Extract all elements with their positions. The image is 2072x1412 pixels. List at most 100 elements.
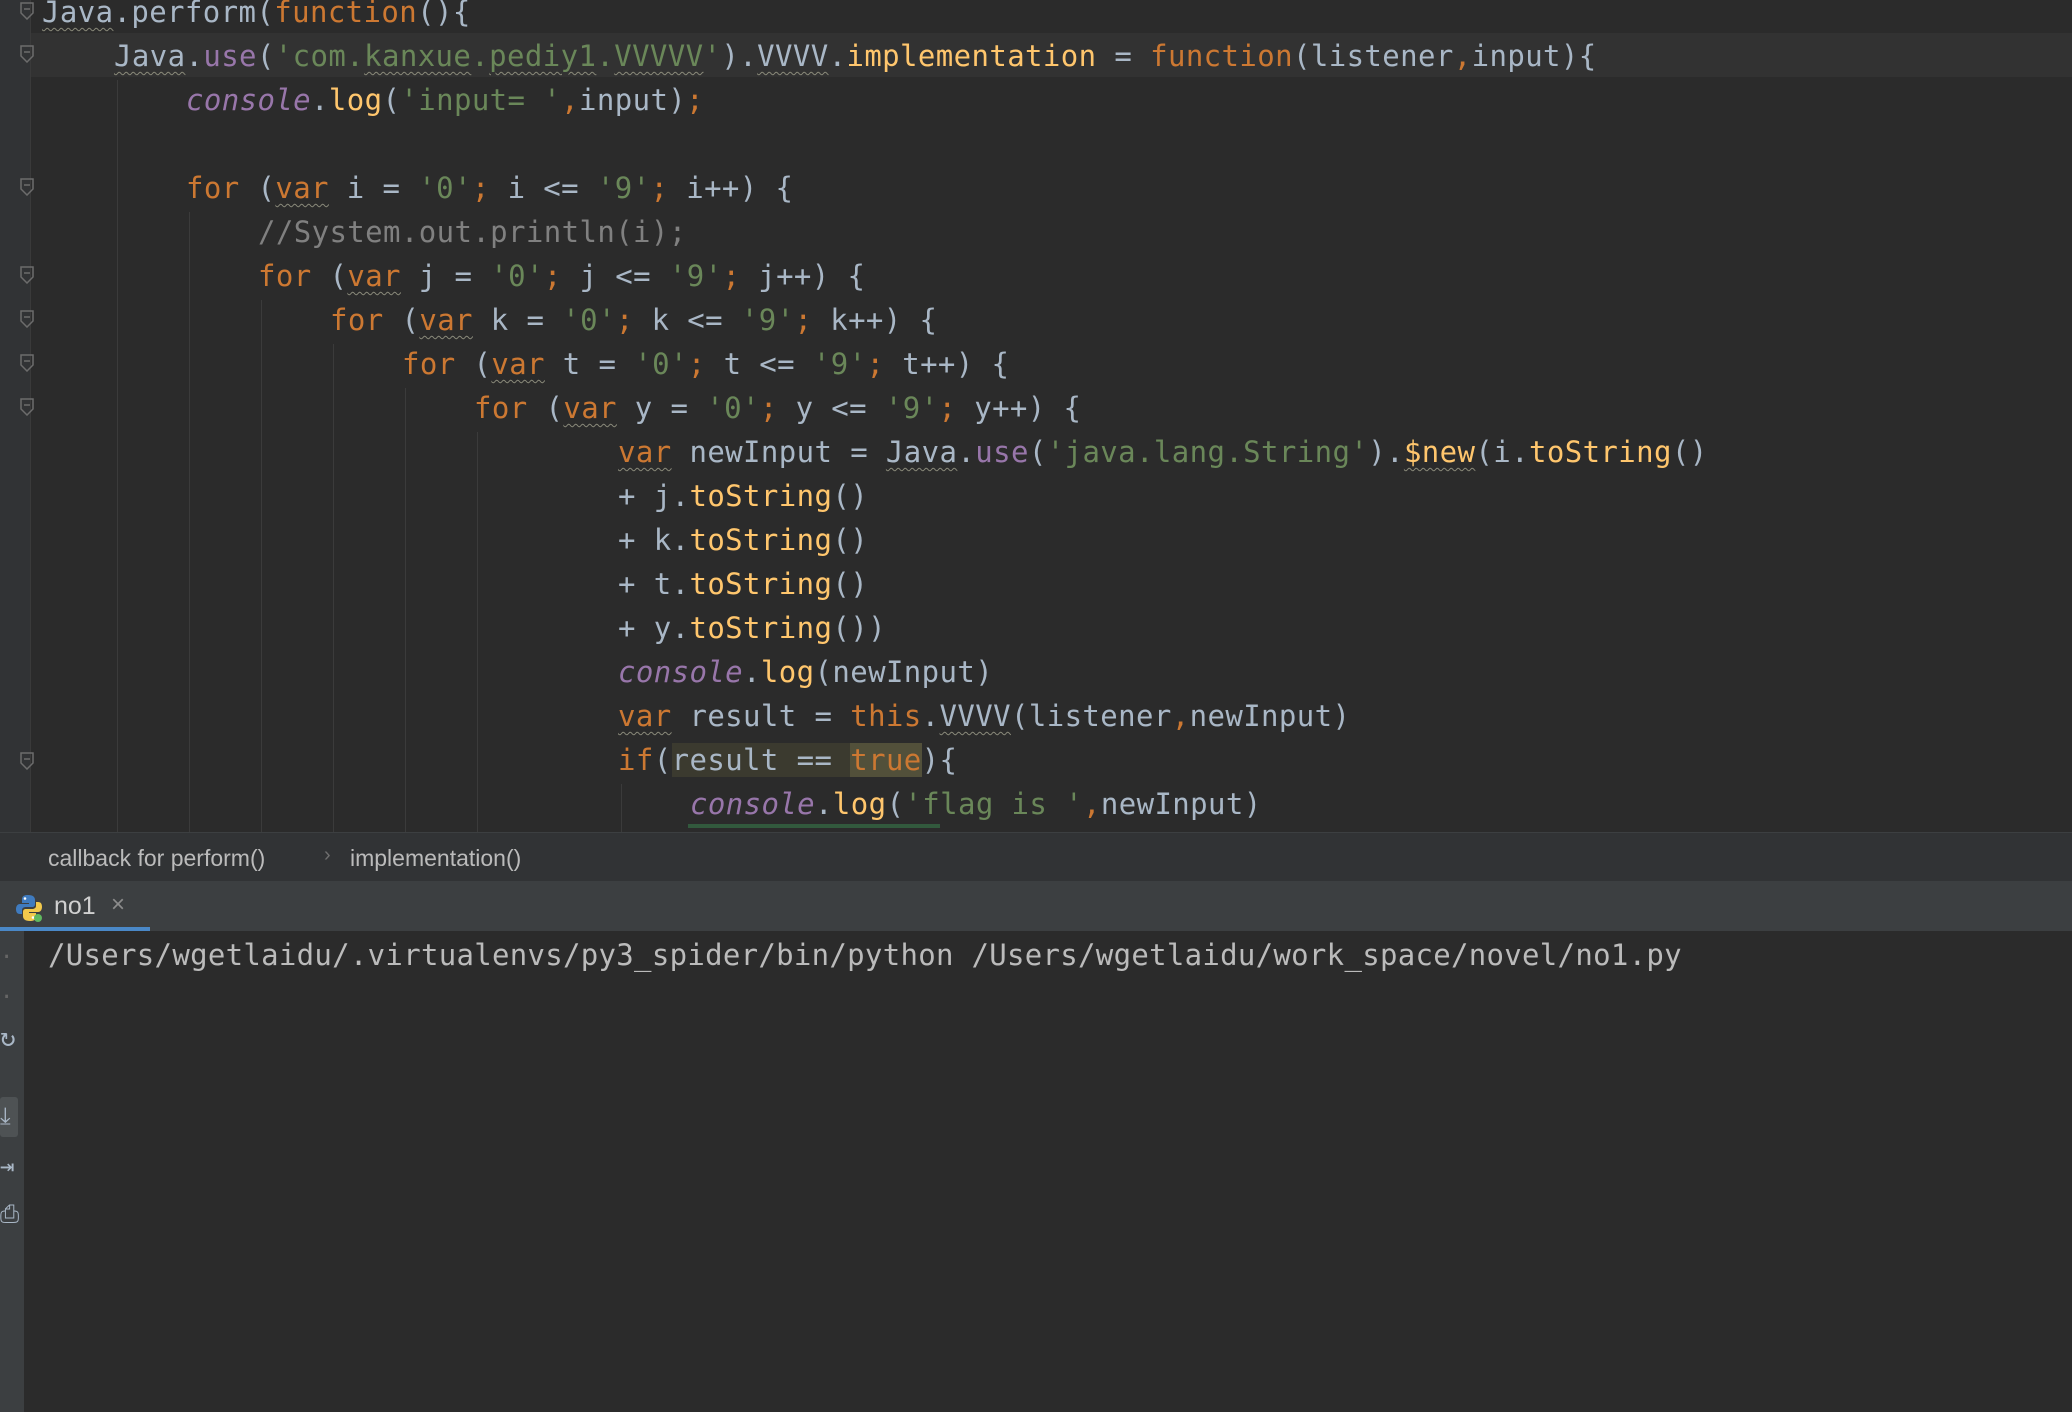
indent-guide bbox=[189, 212, 190, 832]
code-token: result == bbox=[671, 743, 851, 777]
code-token: '9' bbox=[740, 303, 795, 337]
fold-marker-icon[interactable] bbox=[20, 752, 34, 770]
code-line[interactable]: //System.out.println(i); bbox=[258, 210, 687, 254]
code-token: toString bbox=[1528, 435, 1672, 469]
scroll-to-end-icon[interactable]: ⤓ bbox=[0, 1104, 11, 1128]
code-token: 'java.lang.String' bbox=[1046, 435, 1369, 469]
code-line[interactable]: console.log('flag is ',newInput) bbox=[690, 782, 1262, 826]
code-token: ( bbox=[653, 743, 672, 777]
code-token: . bbox=[311, 83, 329, 117]
code-token: perform bbox=[131, 0, 257, 29]
code-token: t = bbox=[544, 347, 635, 381]
code-line[interactable]: + k.toString() bbox=[618, 518, 868, 562]
tab-no1[interactable]: no1 × bbox=[0, 881, 150, 931]
code-editor[interactable]: Java.perform(function(){Java.use('com.ka… bbox=[0, 0, 2072, 832]
code-token: input){ bbox=[1471, 39, 1597, 73]
code-token: ; bbox=[543, 259, 562, 293]
code-token: var bbox=[491, 347, 545, 381]
code-token: k <= bbox=[633, 303, 741, 337]
editor-gutter[interactable] bbox=[0, 0, 30, 832]
code-token: for bbox=[258, 259, 312, 293]
console-toolbar: · · ↻ ⤓ ⇥ ⎙ bbox=[0, 931, 24, 1412]
toolbar-dot-icon[interactable]: · bbox=[0, 987, 13, 1009]
fold-marker-icon[interactable] bbox=[20, 266, 34, 284]
code-line[interactable]: var result = this.VVVV(listener,newInput… bbox=[618, 694, 1350, 738]
console-panel[interactable]: · · ↻ ⤓ ⇥ ⎙ /Users/wgetlaidu/.virtualenv… bbox=[0, 931, 2072, 1412]
print-icon[interactable]: ⎙ bbox=[0, 1202, 19, 1226]
fold-marker-icon[interactable] bbox=[20, 310, 34, 328]
code-token: i = bbox=[328, 171, 419, 205]
code-token: ()) bbox=[832, 611, 886, 645]
code-token: '0' bbox=[634, 347, 688, 381]
code-token: ){ bbox=[921, 743, 958, 777]
code-token: '0' bbox=[706, 391, 760, 425]
indent-guide bbox=[333, 344, 334, 832]
code-token: 'input= ' bbox=[400, 83, 562, 117]
soft-wrap-icon[interactable]: ⇥ bbox=[0, 1154, 14, 1178]
code-token: (listener bbox=[1292, 39, 1454, 73]
code-token: var bbox=[618, 699, 672, 733]
code-line[interactable]: for (var i = '0'; i <= '9'; i++) { bbox=[186, 166, 793, 210]
code-line[interactable]: for (var t = '0'; t <= '9'; t++) { bbox=[402, 342, 1009, 386]
code-token: j = bbox=[400, 259, 491, 293]
code-line[interactable]: + y.toString()) bbox=[618, 606, 886, 650]
code-line[interactable]: + j.toString() bbox=[618, 474, 868, 518]
close-icon[interactable]: × bbox=[111, 891, 125, 919]
code-line[interactable]: + t.toString() bbox=[618, 562, 868, 606]
code-token: newInput) bbox=[1189, 699, 1351, 733]
fold-marker-icon[interactable] bbox=[20, 354, 34, 372]
run-tool-window-tabs: no1 × bbox=[0, 881, 2072, 931]
breadcrumb: callback for perform() › implementation(… bbox=[0, 832, 2072, 881]
code-token: toString bbox=[689, 523, 833, 557]
code-line[interactable]: Java.perform(function(){ bbox=[42, 0, 471, 34]
code-token: (newInput) bbox=[814, 655, 994, 689]
code-token: ; bbox=[794, 303, 813, 337]
code-line[interactable]: for (var k = '0'; k <= '9'; k++) { bbox=[330, 298, 937, 342]
code-token: , bbox=[561, 83, 579, 117]
code-line[interactable]: var newInput = Java.use('java.lang.Strin… bbox=[618, 430, 1708, 474]
fold-marker-icon[interactable] bbox=[20, 178, 34, 196]
console-output: /Users/wgetlaidu/.virtualenvs/py3_spider… bbox=[48, 938, 1682, 972]
toolbar-dot-icon[interactable]: · bbox=[0, 947, 13, 969]
code-token: () bbox=[832, 479, 869, 513]
code-token: log bbox=[832, 787, 887, 821]
code-line[interactable]: if(result == true){ bbox=[618, 738, 957, 782]
code-token: ( bbox=[256, 0, 275, 29]
code-token: '0' bbox=[418, 171, 472, 205]
code-token: '9' bbox=[884, 391, 939, 425]
fold-marker-icon[interactable] bbox=[20, 45, 34, 63]
code-token: use bbox=[203, 39, 257, 73]
indent-guide bbox=[117, 80, 118, 832]
code-token: . bbox=[113, 0, 132, 29]
code-token: j++) { bbox=[740, 259, 866, 293]
code-line[interactable]: for (var y = '0'; y <= '9'; y++) { bbox=[474, 386, 1081, 430]
code-token: y <= bbox=[777, 391, 885, 425]
breadcrumb-item-implementation[interactable]: implementation() bbox=[350, 845, 521, 872]
code-token: ( bbox=[383, 303, 420, 337]
fold-marker-icon[interactable] bbox=[20, 2, 34, 20]
code-token: (listener bbox=[1010, 699, 1172, 733]
code-token: + k. bbox=[618, 523, 690, 557]
code-line[interactable]: Java.use('com.kanxue.pediy1.VVVVV').VVVV… bbox=[114, 34, 1597, 78]
code-line[interactable]: console.log('input= ',input); bbox=[186, 78, 704, 122]
code-token: . bbox=[815, 787, 833, 821]
code-token: var bbox=[419, 303, 473, 337]
code-token: toString bbox=[689, 611, 833, 645]
code-line[interactable]: console.log(newInput) bbox=[618, 650, 993, 694]
code-token: $new bbox=[1403, 435, 1476, 469]
fold-marker-icon[interactable] bbox=[20, 398, 34, 416]
code-token: for bbox=[186, 171, 240, 205]
breadcrumb-item-perform[interactable]: callback for perform() bbox=[48, 845, 265, 872]
code-token: () bbox=[832, 523, 869, 557]
code-token: i <= bbox=[489, 171, 597, 205]
code-token: console bbox=[618, 655, 744, 689]
code-token: ( bbox=[311, 259, 348, 293]
rerun-icon[interactable]: ↻ bbox=[0, 1025, 16, 1051]
code-token: j <= bbox=[561, 259, 669, 293]
code-token: var bbox=[563, 391, 617, 425]
code-line[interactable]: for (var j = '0'; j <= '9'; j++) { bbox=[258, 254, 865, 298]
code-token: ; bbox=[650, 171, 669, 205]
code-token: console bbox=[186, 83, 312, 117]
code-token: var bbox=[275, 171, 329, 205]
code-token: var bbox=[347, 259, 401, 293]
